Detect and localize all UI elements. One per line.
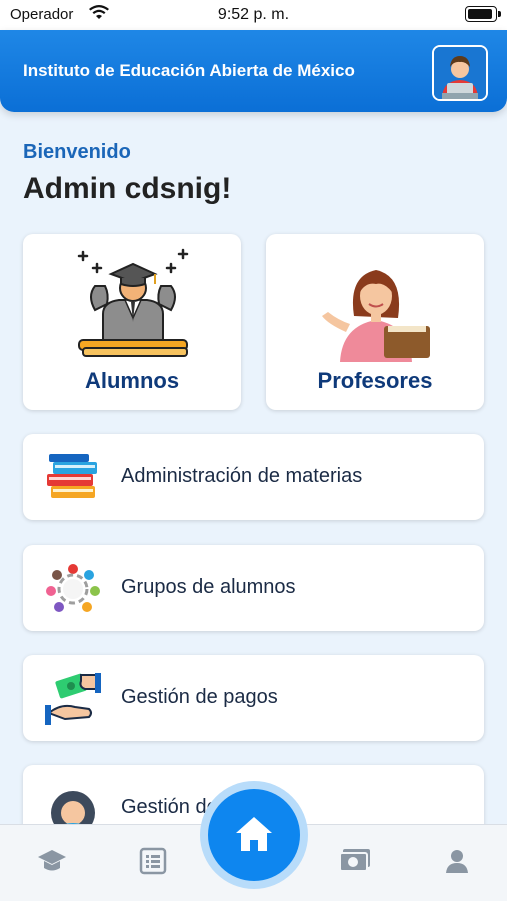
list-icon[interactable]	[139, 847, 167, 880]
teacher-with-book-icon	[322, 270, 430, 362]
menu-item-pagos-label: Gestión de pagos	[121, 686, 278, 708]
graduation-cap-icon[interactable]	[36, 847, 68, 880]
user-icon[interactable]	[443, 847, 471, 880]
books-stack-icon	[47, 454, 97, 498]
student-graduate-icon	[77, 248, 189, 357]
tile-profesores[interactable]: Profesores	[266, 234, 484, 410]
home-button[interactable]	[208, 789, 300, 881]
clock: 9:52 p. m.	[217, 6, 290, 23]
welcome-label: Bienvenido	[23, 141, 131, 163]
menu-item-materias-label: Administración de materias	[121, 465, 363, 487]
teacher-avatar-icon	[434, 47, 486, 99]
app-header: Instituto de Educación Abierta de México	[0, 30, 507, 112]
menu-item-grupos[interactable]: Grupos de alumnos	[23, 545, 484, 631]
home-icon	[236, 817, 272, 851]
app-title: Instituto de Educación Abierta de México	[23, 61, 355, 80]
menu-item-pagos[interactable]: Gestión de pagos	[23, 655, 484, 741]
tile-alumnos[interactable]: Alumnos	[23, 234, 241, 410]
group-people-icon	[46, 564, 100, 612]
user-greeting: Admin cdsnig!	[23, 172, 232, 205]
money-icon[interactable]	[338, 847, 372, 880]
tile-profesores-label: Profesores	[317, 368, 433, 393]
battery-icon	[465, 6, 501, 22]
menu-item-grupos-label: Grupos de alumnos	[121, 576, 296, 598]
status-bar: Operador 9:52 p. m.	[0, 0, 507, 30]
tile-alumnos-label: Alumnos	[84, 368, 180, 393]
payment-hands-icon	[45, 673, 101, 725]
profile-avatar[interactable]	[432, 45, 488, 101]
menu-item-materias[interactable]: Administración de materias	[23, 434, 484, 520]
